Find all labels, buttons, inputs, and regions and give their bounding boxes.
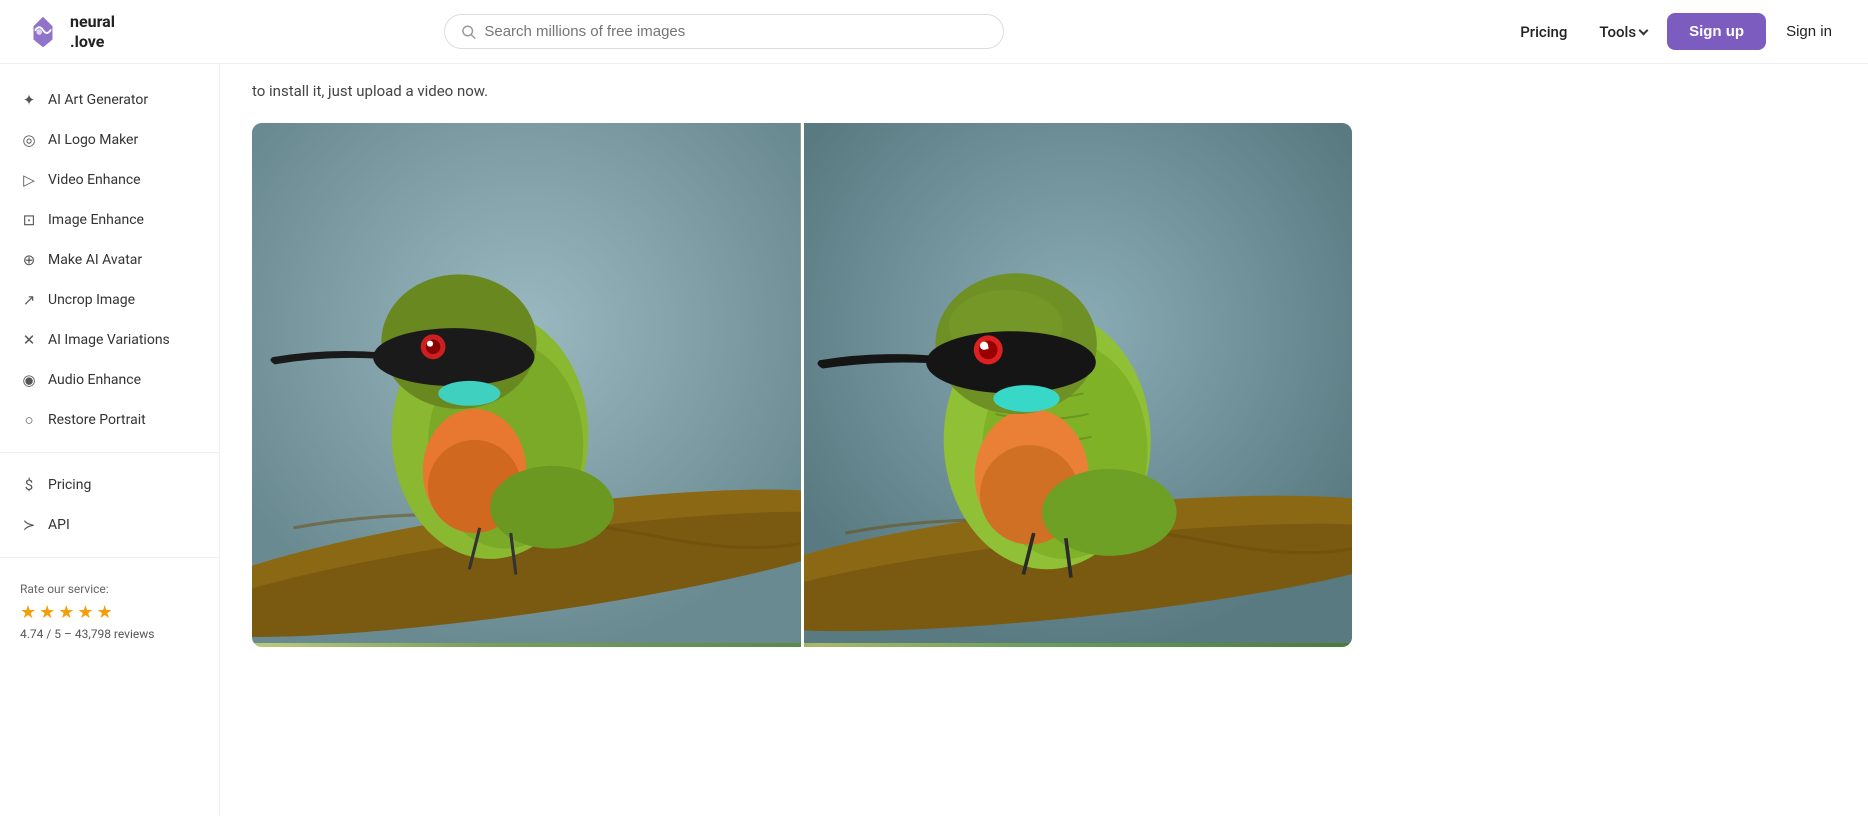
sidebar-label-audio-enhance: Audio Enhance	[48, 372, 141, 388]
rating-text: 4.74 / 5 – 43,798 reviews	[20, 627, 199, 641]
sidebar-label-pricing: Pricing	[48, 477, 91, 493]
search-bar[interactable]	[444, 14, 1004, 49]
star-1: ★	[20, 602, 36, 623]
chevron-down-icon	[1639, 26, 1649, 36]
sidebar: ✦ AI Art Generator ◎ AI Logo Maker ▷ Vid…	[0, 64, 220, 816]
make-ai-avatar-icon: ⊕	[20, 251, 38, 269]
logo[interactable]: neural.love	[24, 12, 184, 50]
pricing-icon: $	[20, 476, 38, 494]
restore-portrait-icon: ○	[20, 411, 38, 429]
stars-container: ★★★★★	[20, 602, 199, 623]
layout: ✦ AI Art Generator ◎ AI Logo Maker ▷ Vid…	[0, 64, 1868, 679]
sidebar-label-ai-image-variations: AI Image Variations	[48, 332, 170, 348]
star-4: ★	[77, 602, 93, 623]
star-2: ★	[39, 602, 55, 623]
sidebar-label-uncrop-image: Uncrop Image	[48, 292, 135, 308]
sidebar-item-video-enhance[interactable]: ▷ Video Enhance	[0, 160, 219, 200]
sidebar-item-uncrop-image[interactable]: ↗ Uncrop Image	[0, 280, 219, 320]
search-icon	[461, 24, 476, 40]
bird-image-right	[804, 123, 1353, 643]
header-nav: Pricing Tools Sign up Sign in	[1508, 13, 1844, 50]
logo-text: neural.love	[70, 12, 115, 50]
sidebar-item-ai-logo-maker[interactable]: ◎ AI Logo Maker	[0, 120, 219, 160]
sidebar-label-image-enhance: Image Enhance	[48, 212, 144, 228]
bird-image-left	[252, 123, 801, 643]
video-enhance-icon: ▷	[20, 171, 38, 189]
logo-icon	[24, 13, 62, 51]
sidebar-label-video-enhance: Video Enhance	[48, 172, 141, 188]
ai-logo-maker-icon: ◎	[20, 131, 38, 149]
sidebar-label-ai-art-generator: AI Art Generator	[48, 92, 148, 108]
sidebar-divider-2	[0, 557, 219, 558]
search-input[interactable]	[484, 23, 987, 40]
audio-enhance-icon: ◉	[20, 371, 38, 389]
ai-image-variations-icon: ✕	[20, 331, 38, 349]
sidebar-label-ai-logo-maker: AI Logo Maker	[48, 132, 138, 148]
sidebar-divider	[0, 452, 219, 453]
content-area: to install it, just upload a video now.	[220, 64, 1868, 679]
image-compare	[252, 123, 1352, 647]
sidebar-item-audio-enhance[interactable]: ◉ Audio Enhance	[0, 360, 219, 400]
sidebar-item-restore-portrait[interactable]: ○ Restore Portrait	[0, 400, 219, 440]
top-text: to install it, just upload a video now.	[252, 80, 1836, 103]
nav-tools-dropdown[interactable]: Tools	[1587, 15, 1659, 49]
star-3: ★	[58, 602, 74, 623]
uncrop-image-icon: ↗	[20, 291, 38, 309]
star-5: ★	[97, 602, 113, 623]
header: neural.love Pricing Tools Sign up Sign i…	[0, 0, 1868, 64]
ai-art-generator-icon: ✦	[20, 91, 38, 109]
sidebar-bottom-items: $ Pricing ≻ API	[0, 465, 219, 545]
signin-button[interactable]: Sign in	[1774, 15, 1844, 48]
sidebar-item-make-ai-avatar[interactable]: ⊕ Make AI Avatar	[0, 240, 219, 280]
sidebar-items: ✦ AI Art Generator ◎ AI Logo Maker ▷ Vid…	[0, 80, 219, 440]
image-panel-left	[252, 123, 801, 647]
nav-pricing-link[interactable]: Pricing	[1508, 15, 1579, 49]
sidebar-label-restore-portrait: Restore Portrait	[48, 412, 146, 428]
api-icon: ≻	[20, 516, 38, 534]
sidebar-rating: Rate our service: ★★★★★ 4.74 / 5 – 43,79…	[0, 570, 219, 653]
image-panel-right	[801, 123, 1353, 647]
main-content: to install it, just upload a video now.	[220, 64, 1868, 679]
sidebar-item-ai-art-generator[interactable]: ✦ AI Art Generator	[0, 80, 219, 120]
sidebar-item-api[interactable]: ≻ API	[0, 505, 219, 545]
signup-button[interactable]: Sign up	[1667, 13, 1766, 50]
sidebar-item-ai-image-variations[interactable]: ✕ AI Image Variations	[0, 320, 219, 360]
sidebar-label-make-ai-avatar: Make AI Avatar	[48, 252, 142, 268]
sidebar-item-image-enhance[interactable]: ⊡ Image Enhance	[0, 200, 219, 240]
sidebar-item-pricing[interactable]: $ Pricing	[0, 465, 219, 505]
rating-label: Rate our service:	[20, 582, 199, 596]
image-enhance-icon: ⊡	[20, 211, 38, 229]
sidebar-label-api: API	[48, 517, 70, 533]
